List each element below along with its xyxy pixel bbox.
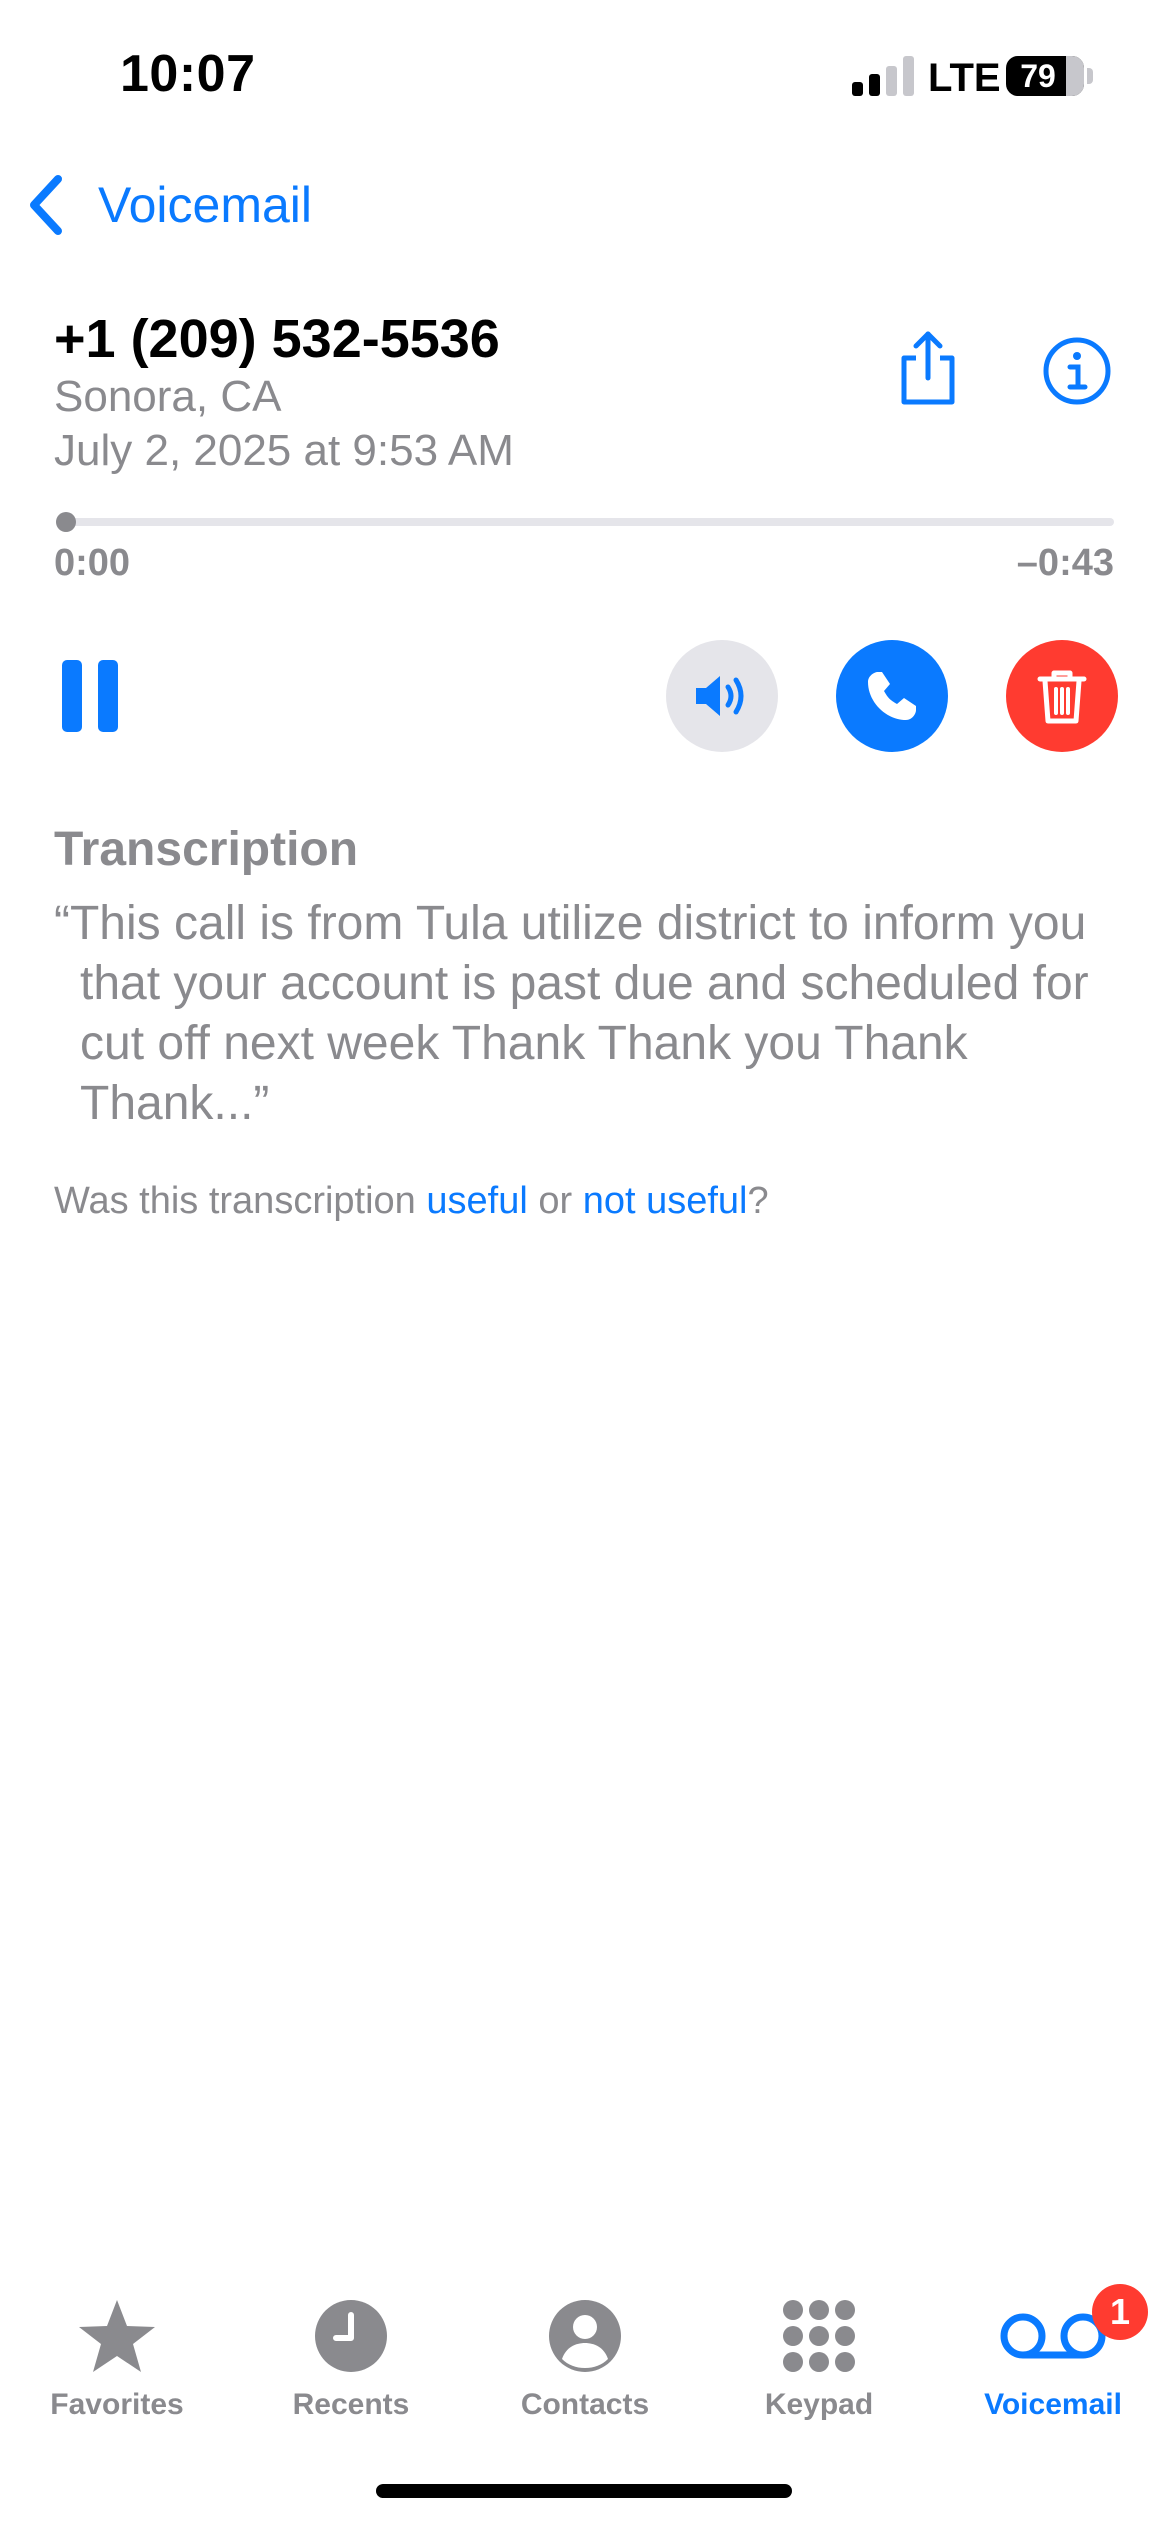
tab-label: Recents (292, 2388, 410, 2421)
battery-percent: 79 (1020, 58, 1056, 94)
phone-icon (868, 672, 916, 720)
feedback-middle: or (527, 1180, 583, 1222)
voicemail-date: July 2, 2025 at 9:53 AM (54, 426, 514, 475)
useful-link[interactable]: useful (426, 1180, 527, 1222)
clock-icon (315, 2300, 387, 2372)
info-button[interactable] (1042, 336, 1112, 406)
battery-icon: 79 (1006, 56, 1084, 96)
tab-keypad[interactable]: Keypad (702, 2270, 936, 2430)
status-time: 10:07 (120, 45, 256, 103)
tab-favorites[interactable]: Favorites (0, 2270, 234, 2430)
tab-label: Voicemail (984, 2388, 1122, 2421)
remaining-time: –0:43 (1016, 542, 1114, 584)
trash-icon (1037, 670, 1087, 724)
pause-icon (62, 660, 82, 732)
cellular-signal-icon (852, 56, 914, 96)
transcription-feedback: Was this transcription useful or not use… (54, 1180, 769, 1223)
home-indicator[interactable] (376, 2484, 792, 2498)
caller-number: +1 (209) 532-5536 (54, 309, 500, 369)
share-icon (901, 331, 955, 405)
elapsed-time: 0:00 (54, 542, 131, 584)
info-icon (1043, 337, 1111, 405)
tab-recents[interactable]: Recents (234, 2270, 468, 2430)
voicemail-badge: 1 (1092, 2284, 1148, 2340)
not-useful-link[interactable]: not useful (583, 1180, 748, 1222)
status-bar: 10:07 LTE 79 (0, 0, 1170, 150)
caller-location: Sonora, CA (54, 372, 282, 421)
voicemail-icon (1000, 2313, 1106, 2359)
tab-label: Contacts (520, 2388, 650, 2421)
scrubber-knob[interactable] (56, 512, 76, 532)
call-back-button[interactable] (836, 640, 948, 752)
tab-contacts[interactable]: Contacts (468, 2270, 702, 2430)
network-type: LTE (928, 56, 1001, 100)
feedback-suffix: ? (747, 1180, 769, 1222)
pause-button[interactable] (62, 660, 118, 732)
keypad-icon (783, 2300, 855, 2372)
speaker-icon (696, 676, 744, 716)
delete-button[interactable] (1006, 640, 1118, 752)
transcription-title: Transcription (54, 823, 359, 876)
speaker-button[interactable] (666, 640, 778, 752)
share-button[interactable] (892, 328, 964, 408)
chevron-left-icon (30, 175, 62, 235)
back-button-label: Voicemail (98, 177, 312, 233)
tab-label: Favorites (50, 2388, 184, 2421)
playback-scrubber[interactable] (56, 518, 1114, 526)
star-icon (79, 2300, 155, 2372)
feedback-prefix: Was this transcription (54, 1180, 427, 1222)
back-button[interactable]: Voicemail (24, 170, 312, 240)
tab-label: Keypad (764, 2388, 874, 2421)
battery-cap (1087, 68, 1093, 84)
transcription-text: “This call is from Tula utilize district… (54, 897, 1089, 1130)
person-icon (549, 2300, 621, 2372)
